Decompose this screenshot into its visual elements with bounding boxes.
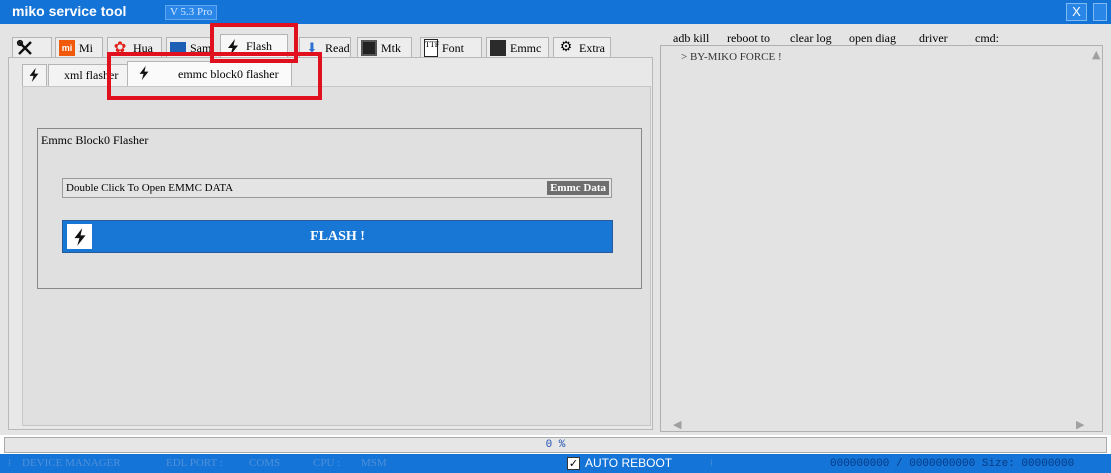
flash-button[interactable]: FLASH ! [62, 220, 613, 253]
sub-tab-xml-flasher[interactable]: xml flasher [48, 64, 128, 86]
tab-mtk[interactable]: Mtk [357, 37, 412, 58]
status-separator: ⁞ [8, 457, 12, 469]
cmd-button[interactable]: cmd: [975, 31, 999, 46]
app-title: miko service tool [12, 3, 127, 19]
tools-icon [16, 39, 34, 57]
emmc-data-badge: Emmc Data [547, 181, 609, 195]
log-area[interactable]: > BY-MIKO FORCE ! ▲ ◀ ▶ [660, 45, 1103, 432]
scroll-left-icon[interactable]: ◀ [673, 418, 681, 431]
reboot-to-button[interactable]: reboot to [727, 31, 770, 46]
scroll-right-icon[interactable]: ▶ [1076, 418, 1084, 431]
sub-tab-xml-flasher-label: xml flasher [64, 68, 119, 82]
tab-flash-label: Flash [246, 39, 273, 53]
emmc-block0-groupbox [37, 128, 642, 289]
log-line: > BY-MIKO FORCE ! [681, 51, 782, 63]
mi-logo-icon: mi [59, 40, 75, 56]
lightning-icon [136, 65, 154, 83]
tab-mtk-label: Mtk [381, 40, 402, 55]
sub-tab-emmc-block0-flasher-label: emmc block0 flasher [178, 66, 279, 81]
tab-mi[interactable]: mi Mi [55, 37, 103, 58]
extra-icon: ⚙ [559, 40, 573, 55]
chip-icon [361, 40, 377, 56]
driver-button[interactable]: driver [919, 31, 948, 46]
tab-extra-label: Extra [579, 40, 605, 55]
tab-huawei[interactable]: ✿ Hua [107, 37, 162, 58]
tab-mi-label: Mi [79, 40, 94, 55]
tab-emmc-label: Emmc [510, 40, 542, 55]
sub-tab-lightning[interactable] [22, 64, 47, 86]
tab-font[interactable]: TTF Font [420, 37, 482, 58]
tab-tools[interactable] [12, 37, 52, 58]
auto-reboot-checkbox[interactable]: ✓ [567, 457, 580, 470]
huawei-logo-icon: ✿ [113, 40, 127, 56]
tab-read[interactable]: ⬇ Read [299, 37, 351, 58]
emmc-chip-icon [490, 40, 506, 56]
adb-kill-button[interactable]: adb kill [673, 31, 709, 46]
clear-log-button[interactable]: clear log [790, 31, 832, 46]
scroll-up-icon[interactable]: ▲ [1092, 48, 1100, 61]
title-scroll-button[interactable] [1093, 3, 1107, 21]
progress-text: 0 % [545, 439, 566, 451]
msm-label: MSM [361, 457, 387, 469]
sub-tab-emmc-block0-flasher[interactable]: emmc block0 flasher [127, 61, 292, 86]
title-bar: miko service tool V 5.3 Pro X [0, 0, 1111, 24]
auto-reboot-label: AUTO REBOOT [585, 456, 673, 470]
status-separator: ⁞ [710, 457, 714, 469]
tab-extra[interactable]: ⚙ Extra [553, 37, 611, 58]
emmc-data-field-text: Double Click To Open EMMC DATA [66, 182, 234, 194]
coms-label: COMS [249, 457, 281, 469]
edl-port-label: EDL PORT : [166, 457, 223, 469]
flash-button-label: FLASH ! [310, 229, 365, 244]
transfer-counter: 000000000 / 0000000000 Size: 00000000 [830, 458, 1075, 470]
tab-read-label: Read [325, 40, 350, 55]
tab-samsung-label: Sam [190, 40, 212, 55]
emmc-data-field[interactable]: Double Click To Open EMMC DATA Emmc Data [62, 178, 612, 198]
close-button[interactable]: X [1066, 3, 1087, 21]
version-label: V 5.3 Pro [165, 5, 217, 20]
font-file-icon: TTF [424, 39, 439, 57]
lightning-icon [26, 67, 44, 85]
tab-samsung[interactable]: Sam [166, 37, 212, 58]
device-manager-button[interactable]: DEVICE MANAGER [22, 457, 121, 469]
tab-huawei-label: Hua [133, 40, 153, 55]
status-bar: ⁞ DEVICE MANAGER EDL PORT : COMS CPU : M… [0, 454, 1111, 473]
lightning-icon [224, 38, 242, 56]
read-icon: ⬇ [306, 40, 318, 55]
tab-font-label: Font [442, 40, 465, 55]
progress-bar: 0 % [4, 437, 1107, 453]
tab-flash[interactable]: Flash [220, 34, 288, 58]
open-diag-button[interactable]: open diag [849, 31, 896, 46]
tab-emmc[interactable]: Emmc [486, 37, 549, 58]
cpu-label: CPU : [313, 457, 341, 469]
samsung-logo-icon [170, 42, 186, 54]
group-title: Emmc Block0 Flasher [41, 133, 149, 147]
